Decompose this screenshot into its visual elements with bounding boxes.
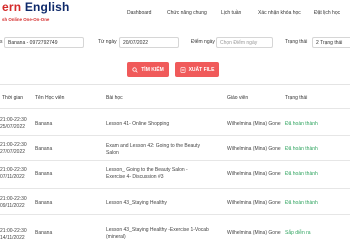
row1-student: Banana [35, 121, 53, 127]
row2-status: Đã hoàn thành [285, 146, 318, 152]
row-separator [0, 214, 350, 215]
row-separator [0, 160, 350, 161]
row5-teacher: Wilhelmina (Mina) Gone [227, 230, 281, 236]
col-header-student: Tên Học viên [35, 95, 65, 101]
filter-bar: s Banana - 0972792749 Từ ngày 20/07/2022… [0, 37, 350, 57]
search-button[interactable]: TÌM KIẾM [127, 62, 169, 77]
row2-student: Banana [35, 146, 53, 152]
row5-student: Banana [35, 230, 53, 236]
row1-lesson: Lesson 41- Online Shopping [106, 121, 170, 127]
row1-teacher: Wilhelmina (Mina) Gone [227, 121, 281, 127]
export-file-button[interactable]: XUẤT FILE [175, 62, 219, 77]
location-label: Điểm ngày [191, 39, 215, 45]
row4-time: 21:00-22:30 09/11/2022 [0, 196, 27, 209]
file-export-icon [180, 66, 185, 73]
row3-teacher: Wilhelmina (Mina) Gone [227, 171, 281, 177]
row5-lesson: Lesson 43_Staying Healthy -Exercise 1-Vo… [106, 227, 209, 240]
brand-subtitle: sh Online One-On-One [2, 17, 50, 22]
row2-time: 21:00-22:30 27/07/2022 [0, 142, 27, 155]
table-header-separator [0, 108, 350, 109]
col-header-time: Thời gian [2, 95, 24, 101]
col-header-teacher: Giáo viên [227, 95, 249, 101]
search-button-label: TÌM KIẾM [141, 66, 164, 73]
row5-status: Sắp diễn ra [285, 230, 311, 236]
row3-lesson: Lesson_ Going to the Beauty Salon -Exerc… [106, 167, 188, 180]
location-select[interactable]: Chọn Điểm ngày [216, 37, 273, 48]
from-date-label: Từ ngày [98, 39, 117, 45]
row2-teacher: Wilhelmina (Mina) Gone [227, 146, 281, 152]
student-select[interactable]: Banana - 0972792749 [4, 37, 84, 48]
row2-lesson: Exam and Lesson 42: Going to the Beauty … [106, 143, 200, 156]
row4-status: Đã hoàn thành [285, 200, 318, 206]
row5-time: 21:00-22:30 14/11/2022 [0, 228, 27, 241]
nav-book-lesson[interactable]: Đặt lịch học [314, 10, 340, 16]
brand-logo[interactable]: ern English [2, 0, 70, 14]
row1-status: Đã hoàn thành [285, 121, 318, 127]
row4-student: Banana [35, 200, 53, 206]
row4-lesson: Lesson 43_Staying Healthy [106, 200, 167, 206]
row1-time: 21:00-22:30 25/07/2022 [0, 117, 27, 130]
from-date-input[interactable]: 20/07/2022 [119, 37, 179, 48]
nav-dashboard[interactable]: Dashboard [127, 10, 151, 16]
row-separator [0, 135, 350, 136]
export-button-label: XUẤT FILE [188, 66, 215, 73]
row3-status: Đã hoàn thành [285, 171, 318, 177]
search-icon [132, 66, 138, 73]
row3-time: 21:00-22:30 07/11/2022 [0, 167, 27, 180]
top-header: ern English sh Online One-On-One Dashboa… [0, 0, 350, 31]
section-divider [0, 84, 350, 85]
row4-teacher: Wilhelmina (Mina) Gone [227, 200, 281, 206]
col-header-status: Trạng thái [285, 95, 308, 101]
nav-confirm-course[interactable]: Xác nhận khóa học [258, 10, 301, 16]
col-header-lesson: Bài học [106, 95, 123, 101]
row3-student: Banana [35, 171, 53, 177]
status-select[interactable]: 2 Trạng thái [312, 37, 350, 48]
filter-leading-mark: s [0, 39, 3, 45]
nav-weekly-schedule[interactable]: Lịch tuần [221, 10, 241, 16]
row-separator [0, 188, 350, 189]
status-label: Trạng thái [285, 39, 308, 45]
nav-common-functions[interactable]: Chức năng chung [167, 10, 207, 16]
